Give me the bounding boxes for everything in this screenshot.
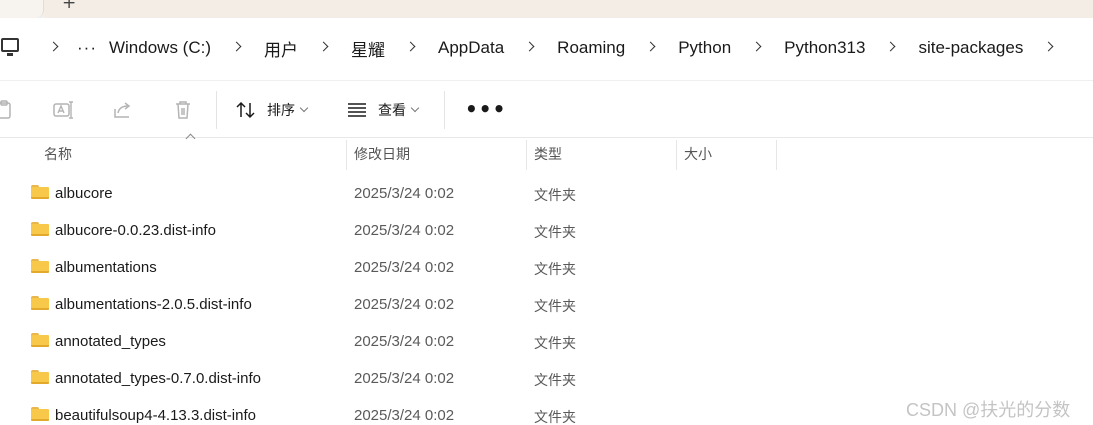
share-icon[interactable] bbox=[112, 99, 134, 121]
table-row[interactable]: albucore-0.0.23.dist-info 2025/3/24 0:02… bbox=[0, 213, 1093, 250]
column-header-date[interactable]: 修改日期 bbox=[347, 138, 526, 170]
file-type: 文件夹 bbox=[534, 188, 576, 204]
breadcrumb-item-users[interactable]: 用户 bbox=[256, 34, 306, 63]
chevron-right-icon[interactable] bbox=[526, 35, 535, 61]
toolbar-divider bbox=[216, 91, 217, 129]
chevron-down-icon bbox=[299, 103, 309, 113]
folder-icon bbox=[31, 296, 49, 310]
file-type: 文件夹 bbox=[534, 373, 576, 389]
delete-icon[interactable] bbox=[172, 99, 194, 121]
chevron-right-icon[interactable] bbox=[407, 35, 416, 61]
table-row[interactable]: annotated_types 2025/3/24 0:02 文件夹 bbox=[0, 324, 1093, 361]
file-name: annotated_types-0.7.0.dist-info bbox=[55, 370, 261, 387]
view-button[interactable]: 查看 bbox=[346, 95, 420, 125]
folder-icon bbox=[31, 370, 49, 384]
chevron-right-icon[interactable] bbox=[647, 35, 656, 61]
breadcrumb-item-python313[interactable]: Python313 bbox=[776, 36, 873, 60]
breadcrumb-item-roaming[interactable]: Roaming bbox=[549, 36, 633, 60]
paste-icon[interactable] bbox=[0, 99, 16, 121]
breadcrumb-item-python[interactable]: Python bbox=[670, 36, 739, 60]
table-row[interactable]: annotated_types-0.7.0.dist-info 2025/3/2… bbox=[0, 361, 1093, 398]
column-header-row: 名称 修改日期 类型 大小 bbox=[0, 133, 1093, 170]
chevron-right-icon[interactable] bbox=[320, 35, 329, 61]
file-type: 文件夹 bbox=[534, 262, 576, 278]
file-name: annotated_types bbox=[55, 333, 166, 350]
column-header-size[interactable]: 大小 bbox=[677, 138, 776, 170]
command-bar: 排序 查看 ••• bbox=[0, 80, 1093, 138]
file-name: albumentations-2.0.5.dist-info bbox=[55, 296, 252, 313]
breadcrumb-item-windows-c[interactable]: Windows (C:) bbox=[101, 36, 219, 60]
file-name: albumentations bbox=[55, 259, 157, 276]
new-tab-icon[interactable]: + bbox=[62, 0, 76, 13]
view-list-icon bbox=[348, 103, 366, 117]
breadcrumb-item-appdata[interactable]: AppData bbox=[430, 36, 512, 60]
folder-icon bbox=[31, 259, 49, 273]
watermark: CSDN @扶光的分数 bbox=[906, 400, 1071, 420]
file-date: 2025/3/24 0:02 bbox=[354, 296, 455, 313]
file-type: 文件夹 bbox=[534, 336, 576, 352]
chevron-down-icon bbox=[410, 103, 420, 113]
folder-icon bbox=[31, 333, 49, 347]
sort-icon bbox=[236, 101, 255, 119]
chevron-right-icon[interactable] bbox=[233, 35, 242, 61]
file-name: beautifulsoup4-4.13.3.dist-info bbox=[55, 407, 256, 424]
file-type: 文件夹 bbox=[534, 410, 576, 425]
chevron-right-icon[interactable] bbox=[887, 35, 896, 61]
view-label: 查看 bbox=[378, 103, 406, 119]
file-list: albucore 2025/3/24 0:02 文件夹 albucore-0.0… bbox=[0, 176, 1093, 425]
column-header-size-label: 大小 bbox=[684, 147, 712, 163]
column-header-name-label: 名称 bbox=[44, 147, 72, 163]
breadcrumb: ··· Windows (C:) 用户 星耀 AppData Roaming P… bbox=[36, 35, 1068, 61]
file-date: 2025/3/24 0:02 bbox=[354, 259, 455, 276]
file-type: 文件夹 bbox=[534, 299, 576, 315]
column-header-type-label: 类型 bbox=[534, 147, 562, 163]
file-date: 2025/3/24 0:02 bbox=[354, 333, 455, 350]
active-tab[interactable]: ✕ bbox=[0, 0, 44, 18]
tab-strip: ✕ + bbox=[0, 0, 1093, 18]
breadcrumb-item-site-packages[interactable]: site-packages bbox=[910, 36, 1031, 60]
file-name: albucore-0.0.23.dist-info bbox=[55, 222, 216, 239]
folder-icon bbox=[31, 185, 49, 199]
file-date: 2025/3/24 0:02 bbox=[354, 407, 455, 424]
sort-button[interactable]: 排序 bbox=[235, 95, 309, 125]
computer-icon[interactable] bbox=[1, 38, 19, 56]
file-type: 文件夹 bbox=[534, 225, 576, 241]
breadcrumb-overflow-button[interactable]: ··· bbox=[73, 38, 101, 58]
column-header-date-label: 修改日期 bbox=[354, 147, 410, 163]
rename-icon[interactable] bbox=[52, 99, 74, 121]
folder-icon bbox=[31, 222, 49, 236]
column-header-type[interactable]: 类型 bbox=[527, 138, 676, 170]
address-bar[interactable]: ··· Windows (C:) 用户 星耀 AppData Roaming P… bbox=[0, 18, 1093, 80]
table-row[interactable]: albucore 2025/3/24 0:02 文件夹 bbox=[0, 176, 1093, 213]
column-header-name[interactable]: 名称 bbox=[37, 138, 346, 170]
folder-icon bbox=[31, 407, 49, 421]
table-row[interactable]: albumentations-2.0.5.dist-info 2025/3/24… bbox=[0, 287, 1093, 324]
sort-label: 排序 bbox=[267, 103, 295, 119]
file-name: albucore bbox=[55, 185, 113, 202]
column-resize-handle[interactable] bbox=[776, 140, 777, 170]
more-options-button[interactable]: ••• bbox=[465, 97, 506, 121]
tab-strip-background bbox=[44, 0, 1093, 18]
file-date: 2025/3/24 0:02 bbox=[354, 370, 455, 387]
chevron-right-icon[interactable] bbox=[1045, 35, 1054, 61]
table-row[interactable]: albumentations 2025/3/24 0:02 文件夹 bbox=[0, 250, 1093, 287]
toolbar-divider bbox=[444, 91, 445, 129]
file-date: 2025/3/24 0:02 bbox=[354, 222, 455, 239]
chevron-right-icon[interactable] bbox=[50, 35, 59, 61]
chevron-right-icon[interactable] bbox=[753, 35, 762, 61]
file-date: 2025/3/24 0:02 bbox=[354, 185, 455, 202]
breadcrumb-item-user[interactable]: 星耀 bbox=[343, 34, 393, 63]
